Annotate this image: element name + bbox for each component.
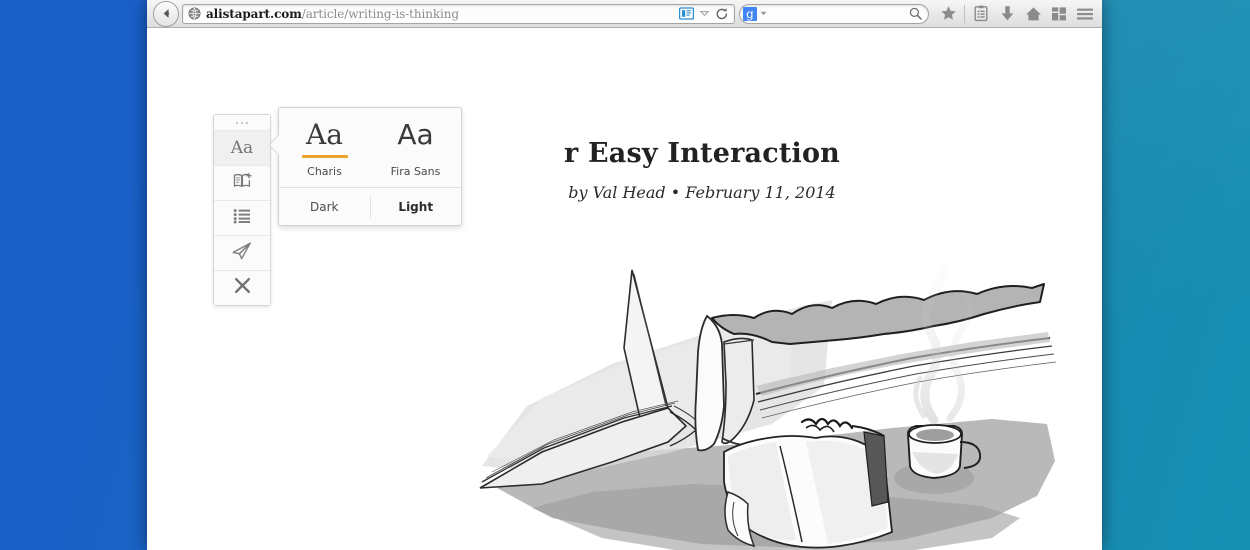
font-unselected-underline <box>393 155 439 158</box>
url-path: /article/writing-is-thinking <box>301 6 459 21</box>
url-text: alistapart.com/article/writing-is-thinki… <box>206 7 673 21</box>
urlbar-buttons <box>673 6 731 22</box>
theme-choice-dark[interactable]: Dark <box>279 188 370 225</box>
font-selected-underline <box>301 155 348 158</box>
font-choices: Aa Charis Aa Fira Sans <box>279 108 461 188</box>
sidebar-item-type-controls[interactable]: Aa <box>214 131 270 166</box>
search-input[interactable] <box>767 7 909 20</box>
theme-choice-light[interactable]: Light <box>371 188 462 225</box>
magnifier-icon[interactable] <box>909 7 922 20</box>
font-name-fira-sans: Fira Sans <box>390 165 441 178</box>
reader-type-popup: Aa Charis Aa Fira Sans Dark Light <box>270 107 462 226</box>
theme-choices: Dark Light <box>279 188 461 225</box>
chevron-down-icon[interactable] <box>697 10 711 17</box>
apps-grid-icon[interactable] <box>1046 1 1072 27</box>
three-dots-handle[interactable] <box>214 115 270 131</box>
sidebar-item-send-to-device[interactable] <box>214 236 270 271</box>
desktop-sheen <box>1090 0 1250 550</box>
reader-mode-icon[interactable] <box>677 6 695 22</box>
sidebar-item-save-to-pocket[interactable] <box>214 166 270 201</box>
reload-icon[interactable] <box>713 7 731 21</box>
search-engine-dropdown-icon[interactable] <box>760 11 767 16</box>
reader-sidebar: Aa <box>213 114 271 306</box>
handle-dot <box>246 121 248 124</box>
sidebar-item-reading-list[interactable] <box>214 201 270 236</box>
book-plus-icon <box>233 172 252 194</box>
browser-window: alistapart.com/article/writing-is-thinki… <box>147 0 1102 550</box>
toolbar-separator <box>964 4 965 23</box>
font-name-charis: Charis <box>307 165 342 178</box>
handle-dot <box>236 121 238 124</box>
type-aa-icon: Aa <box>230 138 254 158</box>
menu-hamburger-icon[interactable] <box>1072 1 1098 27</box>
handle-dot <box>241 121 243 124</box>
font-choice-charis[interactable]: Aa Charis <box>279 108 370 187</box>
page-content: r Easy Interaction by Val Head • Februar… <box>147 28 1102 550</box>
font-choice-fira-sans[interactable]: Aa Fira Sans <box>370 108 461 187</box>
article-illustration <box>472 256 1072 550</box>
close-x-icon <box>234 277 251 299</box>
font-sample-charis: Aa <box>306 118 343 151</box>
sidebar-item-close-reader-view[interactable] <box>214 271 270 305</box>
globe-icon[interactable] <box>188 7 201 20</box>
home-icon[interactable] <box>1020 1 1046 27</box>
font-sample-fira-sans: Aa <box>397 118 434 151</box>
back-button[interactable] <box>153 0 179 27</box>
bookmark-star-icon[interactable] <box>935 1 961 27</box>
google-favicon-icon[interactable]: g <box>743 6 757 21</box>
url-host: alistapart.com <box>206 6 302 21</box>
list-icon <box>233 208 251 229</box>
back-arrow-icon <box>163 9 169 18</box>
downloads-icon[interactable] <box>994 1 1020 27</box>
url-bar[interactable]: alistapart.com/article/writing-is-thinki… <box>182 3 735 24</box>
library-icon[interactable] <box>968 1 994 27</box>
paper-plane-icon <box>232 242 252 265</box>
popup-pointer <box>270 135 279 155</box>
browser-toolbar: alistapart.com/article/writing-is-thinki… <box>147 0 1102 28</box>
search-bar[interactable]: g <box>739 3 929 24</box>
